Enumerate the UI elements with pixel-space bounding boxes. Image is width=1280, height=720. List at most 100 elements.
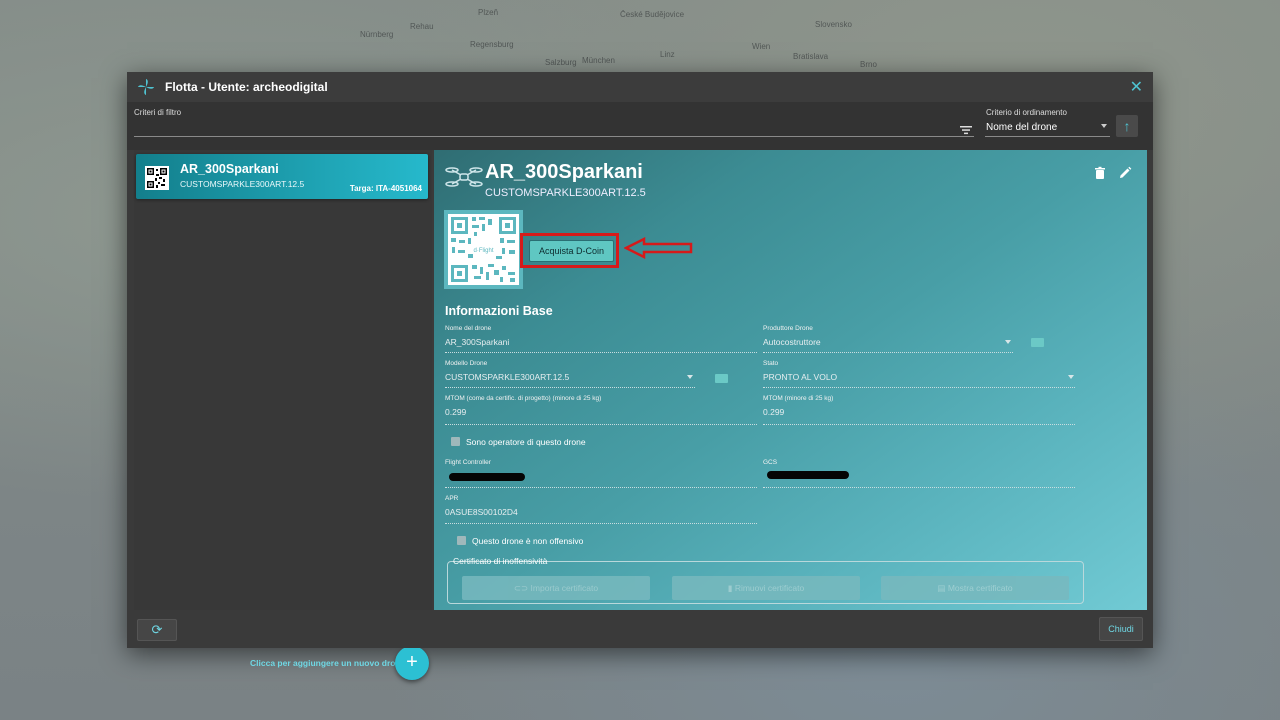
field-underline xyxy=(445,424,757,425)
field-value: 0.299 xyxy=(763,407,785,417)
map-label: Rehau xyxy=(410,22,434,31)
dialog-footer: ⟳ Chiudi xyxy=(127,612,1153,648)
search-icon[interactable] xyxy=(715,374,728,383)
remove-certificate-button[interactable]: ▮ Rimuovi certificato xyxy=(672,576,860,600)
map-label: Nürnberg xyxy=(360,30,394,39)
trash-icon[interactable] xyxy=(1093,166,1107,180)
filter-label: Criteri di filtro xyxy=(134,108,182,117)
show-certificate-label: Mostra certificato xyxy=(947,583,1013,593)
refresh-icon: ⟳ xyxy=(151,622,163,637)
field-label: APR xyxy=(445,495,459,502)
field-label: Stato xyxy=(763,360,779,367)
field-value: AR_300Sparkani xyxy=(445,337,510,347)
map-label: Wien xyxy=(752,42,771,51)
arrow-left-icon xyxy=(624,237,693,259)
field-underline xyxy=(445,387,695,388)
field-value: 0ASUE8S00102D4 xyxy=(445,507,518,517)
sort-direction-button[interactable]: ↑ xyxy=(1116,115,1138,137)
sort-underline xyxy=(985,136,1110,137)
close-icon[interactable]: ✕ xyxy=(1130,77,1143,97)
field-underline xyxy=(445,523,757,524)
remove-certificate-label: Rimuovi certificato xyxy=(734,583,805,593)
drone-list-panel: AR_300Sparkani CUSTOMSPARKLE300ART.12.5 … xyxy=(134,150,432,680)
buy-dcoin-button[interactable]: Acquista D-Coin xyxy=(529,240,614,262)
app-logo-icon xyxy=(137,78,155,96)
map-label: Regensburg xyxy=(470,40,514,49)
map-label: Brno xyxy=(860,60,877,69)
non-offensive-checkbox-label: Questo drone è non offensivo xyxy=(472,536,584,546)
non-offensive-checkbox[interactable] xyxy=(457,536,466,545)
chevron-down-icon xyxy=(1005,340,1011,344)
search-icon[interactable] xyxy=(1031,338,1044,347)
fleet-dialog: Flotta - Utente: archeodigital ✕ Criteri… xyxy=(127,72,1153,680)
operator-checkbox[interactable] xyxy=(451,437,460,446)
field-underline xyxy=(445,352,757,353)
map-label: Linz xyxy=(660,50,675,59)
field-value: Autocostruttore xyxy=(763,337,821,347)
field-underline xyxy=(763,387,1075,388)
document-icon: ▤ xyxy=(937,583,946,593)
drone-name-title: AR_300Sparkani xyxy=(485,161,643,183)
filter-icon[interactable] xyxy=(959,123,973,137)
field-label: Flight Controller xyxy=(445,459,491,466)
sort-label: Criterio di ordinamento xyxy=(986,108,1067,117)
svg-text:d·Flight: d·Flight xyxy=(473,248,493,254)
drone-name-field[interactable]: Nome del drone AR_300Sparkani xyxy=(445,325,757,353)
chevron-down-icon xyxy=(1068,375,1074,379)
section-title: Informazioni Base xyxy=(445,304,553,318)
import-certificate-button[interactable]: ⊂⊃ Importa certificato xyxy=(462,576,650,600)
map-label: Salzburg xyxy=(545,58,577,67)
field-underline xyxy=(763,352,1013,353)
refresh-button[interactable]: ⟳ xyxy=(137,619,177,641)
import-certificate-label: Importa certificato xyxy=(530,583,599,593)
mtom-field[interactable]: MTOM (minore di 25 kg) 0.299 xyxy=(763,395,1075,425)
arrow-up-icon: ↑ xyxy=(1123,118,1131,134)
redaction-mark xyxy=(449,473,525,481)
trash-icon: ▮ xyxy=(727,583,733,593)
map-label: München xyxy=(582,56,615,65)
drone-detail-panel: AR_300Sparkani CUSTOMSPARKLE300ART.12.5 xyxy=(434,150,1147,610)
operator-checkbox-label: Sono operatore di questo drone xyxy=(466,437,586,447)
qr-code-icon xyxy=(145,166,169,190)
field-label: Nome del drone xyxy=(445,325,492,332)
drone-card-name: AR_300Sparkani xyxy=(180,162,279,176)
filter-input[interactable] xyxy=(134,136,974,137)
sort-select[interactable]: Nome del drone xyxy=(986,122,1057,133)
close-button[interactable]: Chiudi xyxy=(1099,617,1143,641)
mtom-cert-field[interactable]: MTOM (come da certific. di progetto) (mi… xyxy=(445,395,757,425)
field-underline xyxy=(763,487,1075,488)
show-certificate-button[interactable]: ▤ Mostra certificato xyxy=(881,576,1069,600)
qr-code-icon[interactable]: d·Flight xyxy=(444,210,523,289)
drone-card[interactable]: AR_300Sparkani CUSTOMSPARKLE300ART.12.5 … xyxy=(136,154,428,199)
dialog-title: Flotta - Utente: archeodigital xyxy=(165,80,328,94)
map-label: Bratislava xyxy=(793,52,829,61)
model-select[interactable]: Modello Drone CUSTOMSPARKLE300ART.12.5 xyxy=(445,360,695,388)
drone-card-targa: Targa: ITA-4051064 xyxy=(349,184,422,193)
add-drone-button[interactable]: + xyxy=(395,646,429,680)
filter-bar: Criteri di filtro Criterio di ordinament… xyxy=(127,102,1153,150)
map-label: Plzeň xyxy=(478,8,499,17)
map-label: České Budějovice xyxy=(620,10,685,19)
field-underline xyxy=(763,424,1075,425)
field-label: MTOM (come da certific. di progetto) (mi… xyxy=(445,395,602,402)
field-value: PRONTO AL VOLO xyxy=(763,372,838,382)
status-select[interactable]: Stato PRONTO AL VOLO xyxy=(763,360,1075,388)
field-label: Produttore Drone xyxy=(763,325,813,332)
redaction-mark xyxy=(767,471,849,479)
manufacturer-select[interactable]: Produttore Drone Autocostruttore xyxy=(763,325,1013,353)
field-label: GCS xyxy=(763,459,778,466)
field-value: 0.299 xyxy=(445,407,467,417)
apr-field[interactable]: APR 0ASUE8S00102D4 xyxy=(445,495,757,524)
drone-icon xyxy=(445,167,483,187)
link-icon: ⊂⊃ xyxy=(513,583,529,593)
edit-icon[interactable] xyxy=(1118,166,1132,180)
drone-model-subtitle: CUSTOMSPARKLE300ART.12.5 xyxy=(485,187,646,199)
chevron-down-icon[interactable] xyxy=(1101,124,1107,128)
add-drone-hint: Clicca per aggiungere un nuovo drone. xyxy=(250,658,408,668)
field-underline xyxy=(445,487,757,488)
certificate-legend: Certificato di inoffensività xyxy=(453,556,548,566)
drone-card-model: CUSTOMSPARKLE300ART.12.5 xyxy=(180,179,305,189)
field-label: MTOM (minore di 25 kg) xyxy=(763,395,834,402)
field-label: Modello Drone xyxy=(445,360,488,367)
field-value: CUSTOMSPARKLE300ART.12.5 xyxy=(445,372,570,382)
